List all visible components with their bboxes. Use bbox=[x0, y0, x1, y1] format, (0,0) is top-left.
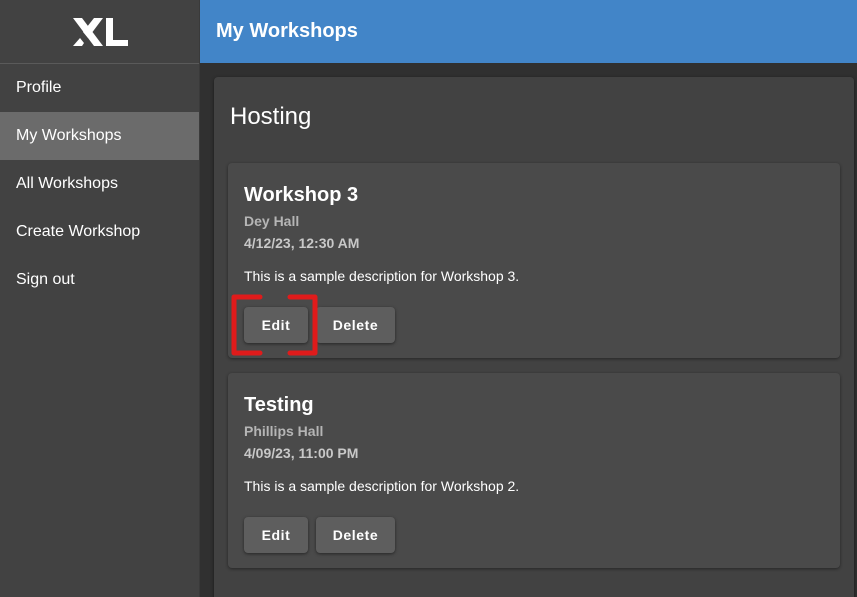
workshop-description: This is a sample description for Worksho… bbox=[244, 478, 520, 494]
page-title: My Workshops bbox=[216, 20, 358, 42]
section-title: Hosting bbox=[230, 103, 312, 130]
delete-button[interactable]: Delete bbox=[316, 307, 395, 343]
xl-logo-icon bbox=[72, 17, 128, 46]
edit-button[interactable]: Edit bbox=[244, 517, 308, 553]
workshop-location: Dey Hall bbox=[244, 213, 300, 229]
delete-button[interactable]: Delete bbox=[316, 517, 395, 553]
logo-area bbox=[0, 0, 199, 64]
sidebar: Profile My Workshops All Workshops Creat… bbox=[0, 0, 200, 597]
edit-button[interactable]: Edit bbox=[244, 307, 308, 343]
workshop-location: Phillips Hall bbox=[244, 423, 324, 439]
workshop-card: Testing Phillips Hall 4/09/23, 11:00 PM … bbox=[228, 373, 840, 568]
top-app-bar: My Workshops bbox=[200, 0, 857, 63]
hosting-panel: Hosting Workshop 3 Dey Hall 4/12/23, 12:… bbox=[214, 77, 854, 597]
workshop-datetime: 4/09/23, 11:00 PM bbox=[244, 445, 359, 461]
workshop-datetime: 4/12/23, 12:30 AM bbox=[244, 235, 360, 251]
sidebar-item-profile[interactable]: Profile bbox=[0, 64, 199, 112]
main-content: Hosting Workshop 3 Dey Hall 4/12/23, 12:… bbox=[200, 63, 857, 597]
sidebar-item-create-workshop[interactable]: Create Workshop bbox=[0, 208, 199, 256]
sidebar-item-sign-out[interactable]: Sign out bbox=[0, 256, 199, 304]
workshop-title: Testing bbox=[244, 394, 314, 416]
sidebar-item-all-workshops[interactable]: All Workshops bbox=[0, 160, 199, 208]
workshop-card: Workshop 3 Dey Hall 4/12/23, 12:30 AM Th… bbox=[228, 163, 840, 358]
workshop-title: Workshop 3 bbox=[244, 184, 359, 206]
app-root: Profile My Workshops All Workshops Creat… bbox=[0, 0, 857, 597]
sidebar-item-my-workshops[interactable]: My Workshops bbox=[0, 112, 199, 160]
workshop-description: This is a sample description for Worksho… bbox=[244, 268, 520, 284]
